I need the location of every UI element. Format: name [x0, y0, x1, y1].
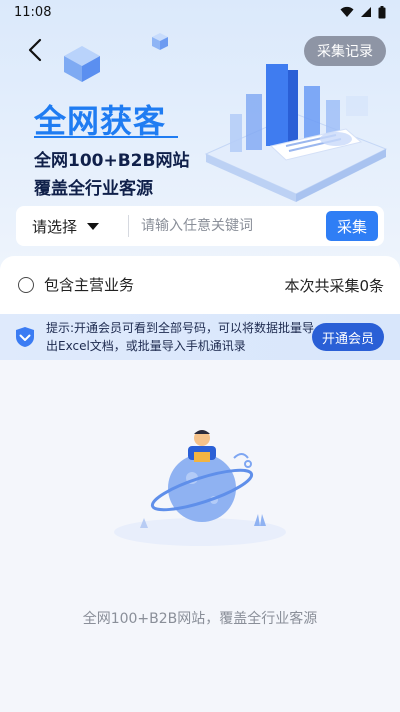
checkbox-circle-icon[interactable] [18, 276, 34, 293]
vip-tip-bar: 提示:开通会员可看到全部号码，可以将数据批量导出Excel文档，或批量导入手机通… [0, 314, 400, 360]
hero-subtitle-2: 覆盖全行业客源 [34, 179, 153, 199]
collection-count: 本次共采集0条 [284, 277, 384, 295]
floating-cube-icon [64, 46, 100, 82]
dropdown-triangle-icon [87, 222, 100, 230]
collect-button[interactable]: 采集 [326, 211, 378, 241]
status-time: 11:08 [14, 4, 52, 20]
battery-icon [378, 5, 386, 18]
open-vip-button[interactable]: 开通会员 [312, 323, 384, 351]
category-select-label: 请选择 [32, 217, 78, 236]
floating-cube-small-icon [152, 33, 168, 50]
headline-underline [34, 136, 178, 138]
empty-state-planet-illustration [114, 430, 286, 546]
hero-subtitle-1: 全网100+B2B网站 [34, 151, 190, 171]
category-select[interactable]: 请选择 [16, 216, 118, 237]
signal-icon [361, 7, 371, 17]
options-panel: 包含主营业务 本次共采集0条 [0, 256, 400, 314]
include-main-business-checkbox[interactable]: 包含主营业务 [18, 274, 134, 295]
checkbox-label: 包含主营业务 [44, 276, 135, 294]
shield-vip-icon [16, 327, 34, 347]
hero-building-illustration [204, 64, 388, 202]
tip-text: 提示:开通会员可看到全部号码，可以将数据批量导出Excel文档，或批量导入手机通… [46, 321, 315, 353]
back-button[interactable] [24, 36, 48, 64]
empty-state-text: 全网100+B2B网站，覆盖全行业客源 [82, 611, 318, 627]
keyword-input[interactable] [129, 210, 326, 242]
search-bar: 请选择 采集 [16, 206, 384, 246]
status-icons [340, 5, 386, 19]
status-bar: 11:08 [0, 0, 400, 24]
wifi-icon [340, 6, 354, 17]
